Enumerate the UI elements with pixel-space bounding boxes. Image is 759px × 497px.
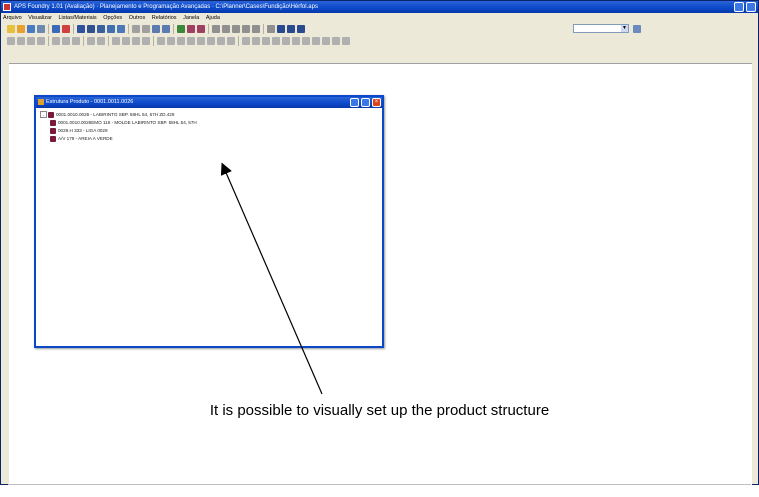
annotation-caption: It is possible to visually set up the pr… (209, 402, 550, 419)
status-divider (8, 484, 751, 485)
annotation-arrow (220, 162, 323, 395)
